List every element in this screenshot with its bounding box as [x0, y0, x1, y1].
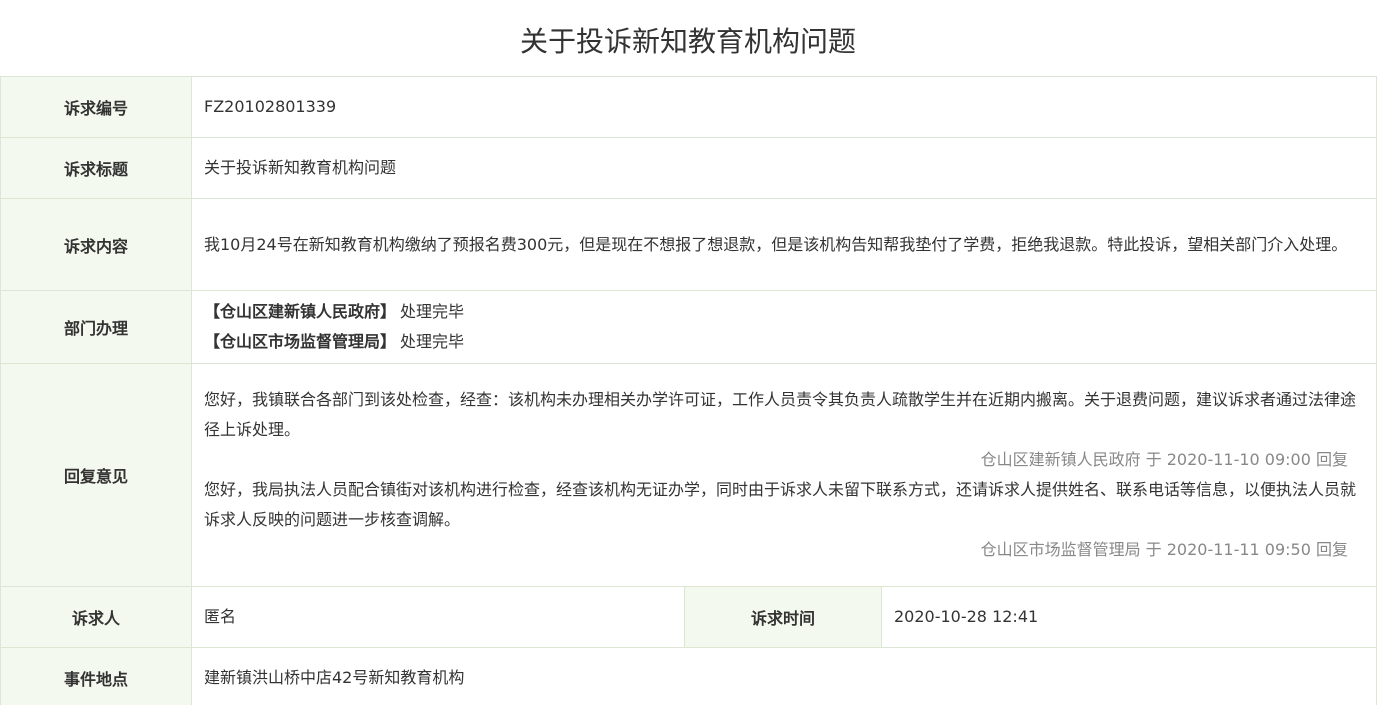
complaint-time-value: 2020-10-28 12:41: [880, 586, 1378, 648]
row-location: 事件地点 建新镇洪山桥中店42号新知教育机构: [0, 647, 1378, 705]
department-status: 处理完毕: [400, 332, 465, 351]
complaint-detail-page: 关于投诉新知教育机构问题 诉求编号 FZ20102801339 诉求标题 关于投…: [0, 0, 1386, 705]
row-case-content: 诉求内容 我10月24号在新知教育机构缴纳了预报名费300元，但是现在不想报了想…: [0, 198, 1378, 291]
location-value: 建新镇洪山桥中店42号新知教育机构: [190, 647, 1378, 705]
reply-text: 您好，我局执法人员配合镇街对该机构进行检查，经查该机构无证办学，同时由于诉求人未…: [204, 480, 1357, 529]
departments-list: 【仓山区建新镇人民政府】 处理完毕 【仓山区市场监督管理局】 处理完毕: [190, 290, 1378, 364]
row-departments: 部门办理 【仓山区建新镇人民政府】 处理完毕 【仓山区市场监督管理局】 处理完毕: [0, 290, 1378, 364]
complainant-label: 诉求人: [0, 586, 192, 648]
department-name: 【仓山区市场监督管理局】: [204, 332, 397, 351]
reply-text: 您好，我镇联合各部门到该处检查，经查：该机构未办理相关办学许可证，工作人员责令其…: [204, 390, 1357, 439]
departments-label: 部门办理: [0, 290, 192, 364]
case-content-value: 我10月24号在新知教育机构缴纳了预报名费300元，但是现在不想报了想退款，但是…: [190, 198, 1378, 291]
case-no-label: 诉求编号: [0, 76, 192, 138]
department-item: 【仓山区建新镇人民政府】 处理完毕: [204, 297, 1364, 327]
row-replies: 回复意见 您好，我镇联合各部门到该处检查，经查：该机构未办理相关办学许可证，工作…: [0, 363, 1378, 587]
row-case-no: 诉求编号 FZ20102801339: [0, 76, 1378, 138]
row-complainant: 诉求人 匿名 诉求时间 2020-10-28 12:41: [0, 586, 1378, 648]
page-title: 关于投诉新知教育机构问题: [519, 25, 856, 58]
case-title-value: 关于投诉新知教育机构问题: [190, 137, 1378, 199]
row-case-title: 诉求标题 关于投诉新知教育机构问题: [0, 137, 1378, 199]
case-title-label: 诉求标题: [0, 137, 192, 199]
department-status: 处理完毕: [400, 302, 465, 321]
case-content-label: 诉求内容: [0, 198, 192, 291]
reply-item: 您好，我镇联合各部门到该处检查，经查：该机构未办理相关办学许可证，工作人员责令其…: [204, 385, 1364, 475]
complainant-value: 匿名: [191, 586, 685, 648]
complaint-detail-table: 诉求编号 FZ20102801339 诉求标题 关于投诉新知教育机构问题 诉求内…: [0, 76, 1378, 705]
reply-item: 您好，我局执法人员配合镇街对该机构进行检查，经查该机构无证办学，同时由于诉求人未…: [204, 475, 1364, 565]
case-no-value: FZ20102801339: [190, 76, 1378, 138]
replies-label: 回复意见: [0, 363, 192, 587]
replies-list: 您好，我镇联合各部门到该处检查，经查：该机构未办理相关办学许可证，工作人员责令其…: [190, 363, 1378, 587]
reply-signature: 仓山区市场监督管理局 于 2020-11-11 09:50 回复: [980, 540, 1349, 559]
reply-signature: 仓山区建新镇人民政府 于 2020-11-10 09:00 回复: [980, 450, 1349, 469]
complaint-time-label: 诉求时间: [684, 586, 882, 648]
location-label: 事件地点: [0, 647, 192, 705]
department-name: 【仓山区建新镇人民政府】: [204, 302, 397, 321]
department-item: 【仓山区市场监督管理局】 处理完毕: [204, 327, 1364, 357]
